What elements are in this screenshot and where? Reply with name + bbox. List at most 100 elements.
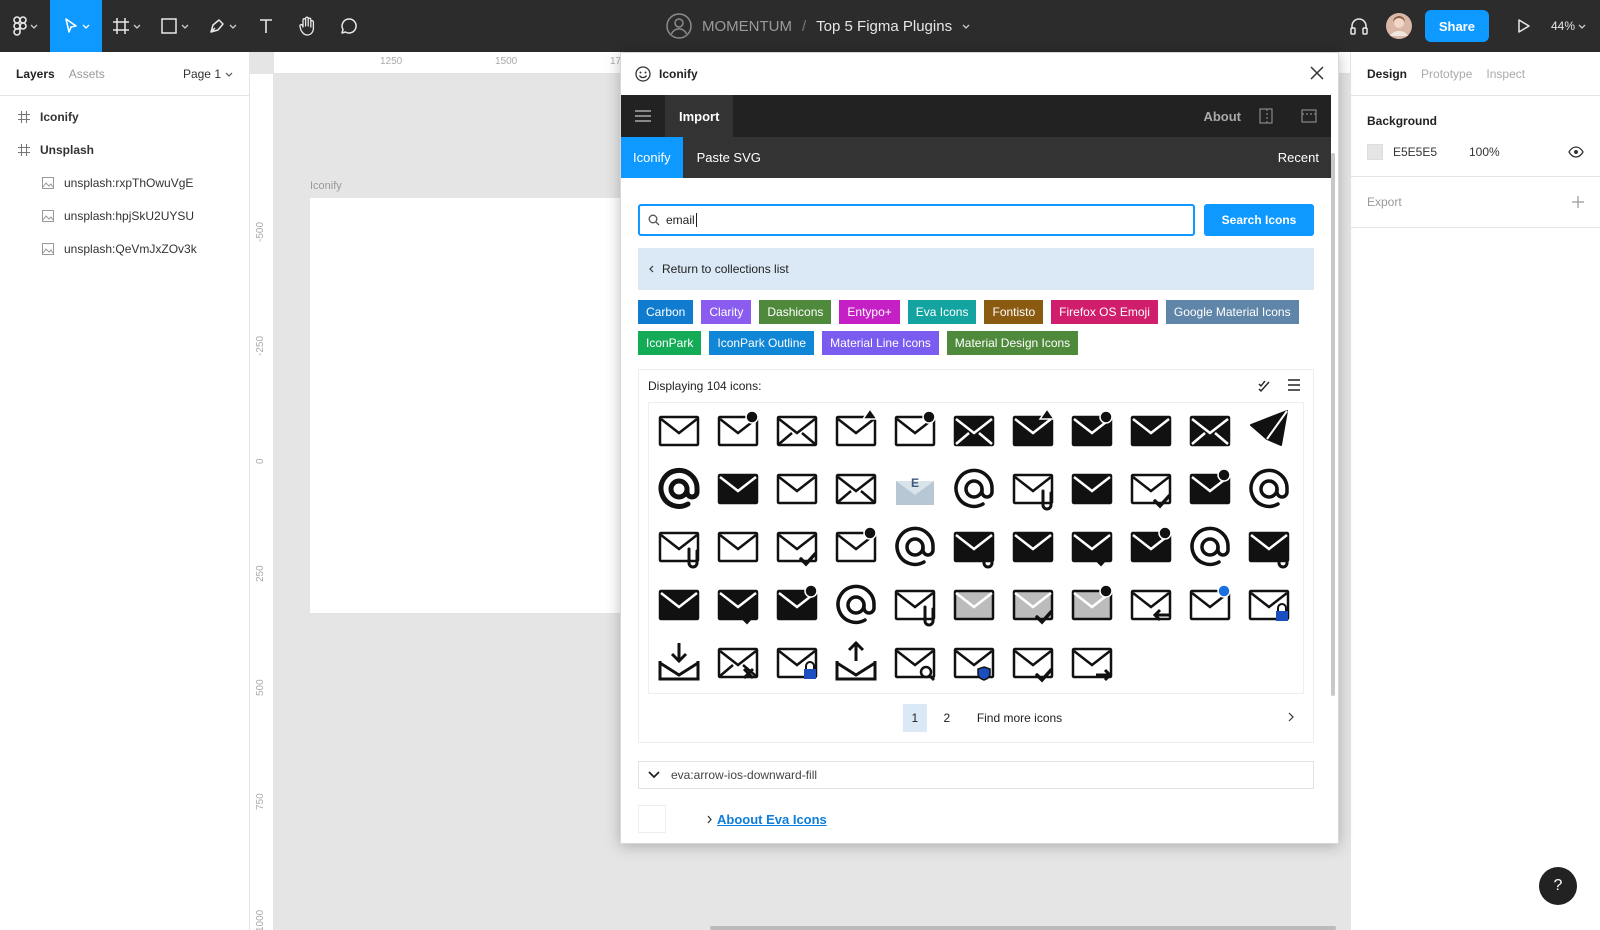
main-menu-button[interactable] (0, 0, 50, 52)
plus-icon[interactable] (1572, 196, 1584, 208)
collection-chip[interactable]: Firefox OS Emoji (1051, 300, 1158, 324)
collection-chip[interactable]: Material Line Icons (822, 331, 939, 355)
at-sign-icon[interactable] (1186, 523, 1234, 569)
audio-button[interactable] (1339, 0, 1379, 52)
mail-blue-badge-icon[interactable] (1186, 581, 1234, 627)
share-button[interactable]: Share (1424, 10, 1489, 42)
team-name[interactable]: MOMENTUM (702, 18, 792, 35)
search-icons-button[interactable]: Search Icons (1204, 204, 1314, 236)
mail-inbox-upload-icon[interactable] (832, 639, 880, 685)
mail-inbox-download-icon[interactable] (655, 639, 703, 685)
mail-attachment-icon[interactable] (1009, 465, 1057, 511)
mail-check-icon[interactable] (1127, 465, 1175, 511)
text-tool-button[interactable] (246, 0, 286, 52)
mail-filled-x-icon[interactable] (950, 407, 998, 453)
at-sign-bold-icon[interactable] (655, 465, 703, 511)
find-more-icons-link[interactable]: Find more icons (977, 711, 1062, 725)
mail-filled-icon[interactable] (1127, 407, 1175, 453)
page-selector[interactable]: Page 1 (183, 52, 233, 96)
pen-tool-button[interactable] (198, 0, 246, 52)
mail-search-icon[interactable] (891, 639, 939, 685)
mail-envelope-e-icon[interactable]: E (891, 465, 939, 511)
mail-notification-icon[interactable] (714, 407, 762, 453)
eye-icon[interactable] (1568, 146, 1584, 158)
collection-chip[interactable]: Google Material Icons (1165, 300, 1299, 324)
mail-shield-icon[interactable] (950, 639, 998, 685)
mail-filled-x-icon[interactable] (1186, 407, 1234, 453)
frame-label[interactable]: Iconify (310, 180, 342, 192)
tab-import[interactable]: Import (665, 95, 734, 137)
mail-send-icon[interactable] (1245, 407, 1293, 453)
present-button[interactable] (1507, 0, 1541, 52)
horizontal-scrollbar[interactable] (710, 926, 1336, 930)
background-swatch[interactable] (1367, 144, 1383, 160)
mail-grey-check-icon[interactable] (1009, 581, 1057, 627)
chevron-right-icon[interactable] (1287, 712, 1295, 722)
mail-receive-icon[interactable] (1127, 581, 1175, 627)
layout-icon[interactable] (1259, 108, 1273, 124)
page-button[interactable]: 1 (902, 704, 927, 732)
mail-alert-icon[interactable] (832, 407, 880, 453)
list-icon[interactable] (1287, 379, 1301, 391)
mail-filled-badge-icon[interactable] (1127, 523, 1175, 569)
shape-tool-button[interactable] (150, 0, 198, 52)
mail-forward-icon[interactable] (1068, 639, 1116, 685)
frame-tool-button[interactable] (102, 0, 150, 52)
mail-filled-alert-icon[interactable] (1009, 407, 1057, 453)
tab-assets[interactable]: Assets (69, 67, 105, 81)
mail-attachment-outline-icon[interactable] (891, 581, 939, 627)
chevron-down-icon[interactable] (962, 22, 970, 30)
double-check-icon[interactable] (1257, 379, 1271, 393)
about-eva-icons-link[interactable]: Aboout Eva Icons (717, 812, 827, 827)
mail-grey-badge-icon[interactable] (1068, 581, 1116, 627)
mail-check-filled-icon[interactable] (1068, 523, 1116, 569)
close-icon[interactable] (1310, 66, 1324, 80)
mail-check-outline-icon[interactable] (773, 523, 821, 569)
collection-chip[interactable]: IconPark (638, 331, 702, 355)
at-sign-icon[interactable] (891, 523, 939, 569)
collection-chip[interactable]: Fontisto (984, 300, 1044, 324)
about-button[interactable]: About (1203, 109, 1241, 124)
collection-chip[interactable]: Eva Icons (907, 300, 977, 324)
at-sign-icon[interactable] (1245, 465, 1293, 511)
mail-filled-icon[interactable] (1009, 523, 1057, 569)
help-button[interactable]: ? (1539, 867, 1577, 905)
window-icon[interactable] (1301, 109, 1317, 123)
plugin-menu-button[interactable] (621, 95, 665, 137)
tab-paste-svg[interactable]: Paste SVG (683, 150, 775, 165)
mail-outline-icon[interactable] (714, 523, 762, 569)
mail-check-filled-icon[interactable] (714, 581, 762, 627)
layer-item[interactable]: unsplash:rxpThOwuVgE (0, 166, 249, 199)
at-sign-icon[interactable] (950, 465, 998, 511)
move-tool-button[interactable] (50, 0, 102, 52)
mail-outline-rounded-icon[interactable] (773, 465, 821, 511)
mail-attachment-filled-icon[interactable] (1245, 523, 1293, 569)
zoom-control[interactable]: 44% (1551, 19, 1586, 33)
selected-icon-row[interactable]: eva:arrow-ios-downward-fill (638, 761, 1314, 789)
mail-lock-icon[interactable] (1245, 581, 1293, 627)
collection-chip[interactable]: IconPark Outline (709, 331, 815, 355)
mail-filled-badge-icon[interactable] (1068, 407, 1116, 453)
return-to-collections[interactable]: Return to collections list (638, 248, 1314, 290)
mail-locked-icon[interactable] (773, 639, 821, 685)
collection-chip[interactable]: Entypo+ (839, 300, 900, 324)
file-name[interactable]: Top 5 Figma Plugins (816, 18, 952, 35)
collection-chip[interactable]: Dashicons (759, 300, 832, 324)
tab-recent[interactable]: Recent (1278, 137, 1319, 178)
comment-tool-button[interactable] (328, 0, 370, 52)
layer-item[interactable]: unsplash:QeVmJxZOv3k (0, 232, 249, 265)
hand-tool-button[interactable] (286, 0, 328, 52)
mail-filled-icon[interactable] (714, 465, 762, 511)
plugin-scrollbar[interactable] (1331, 153, 1335, 696)
background-opacity[interactable]: 100% (1469, 145, 1568, 159)
mail-filled-badge-icon[interactable] (773, 581, 821, 627)
page-button[interactable]: 2 (935, 704, 959, 732)
iconify-frame[interactable] (310, 198, 640, 613)
tab-iconify[interactable]: Iconify (621, 137, 683, 178)
mail-x-icon[interactable] (714, 639, 762, 685)
user-avatar[interactable] (1379, 0, 1419, 52)
mail-badge-icon[interactable] (891, 407, 939, 453)
tab-design[interactable]: Design (1367, 67, 1407, 81)
layer-item[interactable]: Unsplash (0, 133, 249, 166)
mail-attachment-outline-icon[interactable] (655, 523, 703, 569)
